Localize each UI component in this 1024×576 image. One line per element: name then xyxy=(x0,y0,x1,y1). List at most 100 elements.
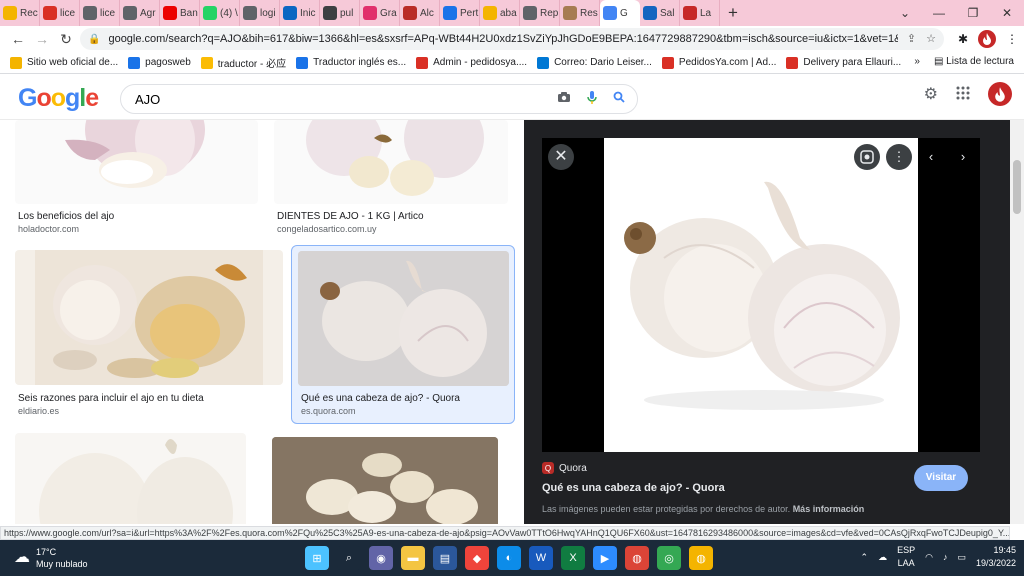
browser-tab[interactable]: Sal xyxy=(640,0,680,26)
more-info-link[interactable]: Más información xyxy=(793,504,865,514)
preview-image[interactable] xyxy=(604,138,918,452)
bookmark-item[interactable]: Traductor inglés es... xyxy=(296,55,406,70)
result-title[interactable]: Qué es una cabeza de ajo? - Quora xyxy=(301,393,460,404)
apps-grid-icon[interactable] xyxy=(956,86,970,103)
result-image-quora[interactable] xyxy=(298,251,509,386)
bookmark-item[interactable]: Admin - pedidosya.... xyxy=(416,55,527,70)
bookmark-item[interactable]: Correo: Dario Leiser... xyxy=(537,55,652,70)
result-image-garlic-4[interactable] xyxy=(272,437,498,524)
edge-icon[interactable]: ◐ xyxy=(497,546,521,570)
search-icon[interactable]: ⌕ xyxy=(337,546,361,570)
profile-avatar[interactable] xyxy=(978,30,996,48)
google-logo[interactable]: Google xyxy=(18,84,99,113)
browser-tab[interactable]: (4) \ xyxy=(200,0,240,26)
result-source[interactable]: holadoctor.com xyxy=(18,224,79,234)
result-image-eldiario[interactable] xyxy=(15,250,283,385)
browser-tab[interactable]: La xyxy=(680,0,720,26)
result-source[interactable]: es.quora.com xyxy=(301,406,356,416)
word-doc-icon[interactable]: ▤ xyxy=(433,546,457,570)
result-title[interactable]: Seis razones para incluir el ajo en tu d… xyxy=(18,393,204,404)
browser-tab[interactable]: pul xyxy=(320,0,360,26)
browser-tab[interactable]: G xyxy=(600,0,640,26)
chevron-up-icon[interactable]: ⌃ xyxy=(861,552,869,563)
result-source[interactable]: eldiario.es xyxy=(18,406,59,416)
bookmark-item[interactable]: traductor - 必应 xyxy=(200,55,286,70)
tab-search-icon[interactable]: ⌄ xyxy=(888,0,922,26)
battery-icon[interactable]: ▭ xyxy=(957,552,966,563)
result-source[interactable]: congeladosartico.com.uy xyxy=(277,224,377,234)
menu-dots-icon[interactable]: ⋮ xyxy=(1006,32,1018,46)
search-input[interactable] xyxy=(135,91,535,107)
bookmarks-more-button[interactable]: » xyxy=(914,56,920,67)
restore-button[interactable]: ❐ xyxy=(956,0,990,26)
preview-source[interactable]: Q Quora xyxy=(542,462,587,474)
browser-tab[interactable]: Inic xyxy=(280,0,320,26)
excel-icon[interactable]: X xyxy=(561,546,585,570)
browser-tab[interactable]: Pert xyxy=(440,0,480,26)
more-options-button[interactable]: ⋮ xyxy=(886,144,912,170)
lock-icon[interactable]: 🔒 xyxy=(88,34,100,45)
windows-start-icon[interactable]: ⊞ xyxy=(305,546,329,570)
reading-list-button[interactable]: ▤ Lista de lectura xyxy=(934,56,1014,67)
back-button[interactable]: ← xyxy=(6,31,30,47)
preview-title[interactable]: Qué es una cabeza de ajo? - Quora xyxy=(542,482,725,494)
account-avatar[interactable] xyxy=(988,82,1012,106)
settings-gear-icon[interactable]: ⚙ xyxy=(924,84,938,104)
wifi-icon[interactable]: ◠ xyxy=(925,552,933,563)
gmaps-icon[interactable]: ◎ xyxy=(657,546,681,570)
file-explorer-icon[interactable]: ▬ xyxy=(401,546,425,570)
word-icon[interactable]: W xyxy=(529,546,553,570)
visit-button[interactable]: Visitar xyxy=(914,465,968,491)
address-bar[interactable]: 🔒 google.com/search?q=AJO&bih=617&biw=13… xyxy=(80,28,944,50)
result-title[interactable]: Los beneficios del ajo xyxy=(18,211,114,222)
forward-button[interactable]: → xyxy=(30,31,54,47)
language-indicator[interactable]: ESP LAA xyxy=(897,544,915,570)
speaker-icon[interactable]: ♪ xyxy=(943,552,948,562)
browser-tab[interactable]: Ban xyxy=(160,0,200,26)
search-icon[interactable] xyxy=(613,91,625,108)
clock[interactable]: 19:45 19/3/2022 xyxy=(976,544,1016,570)
browser-tab[interactable]: Res xyxy=(560,0,600,26)
search-box[interactable] xyxy=(120,84,638,114)
bookmark-item[interactable]: Delivery para Ellauri... xyxy=(786,55,901,70)
result-image-congeladosartico[interactable] xyxy=(274,120,508,204)
result-image-garlic-3[interactable] xyxy=(15,433,246,524)
zoom-icon[interactable]: ▶ xyxy=(593,546,617,570)
close-preview-button[interactable]: ✕ xyxy=(548,144,574,170)
bookmark-item[interactable]: Sitio web oficial de... xyxy=(10,55,118,70)
browser-tab[interactable]: Alc xyxy=(400,0,440,26)
bookmark-star-icon[interactable]: ☆ xyxy=(926,32,936,45)
new-tab-button[interactable]: + xyxy=(720,3,746,23)
close-window-button[interactable]: ✕ xyxy=(990,0,1024,26)
weather-widget[interactable]: ☁ 17°C Muy nublado xyxy=(14,546,88,570)
url-text[interactable]: google.com/search?q=AJO&bih=617&biw=1366… xyxy=(108,33,898,45)
camera-icon[interactable] xyxy=(557,91,571,108)
previous-image-button[interactable]: ‹ xyxy=(918,144,944,170)
browser-tab[interactable]: Agr xyxy=(120,0,160,26)
browser-tab[interactable]: lice xyxy=(40,0,80,26)
bookmark-item[interactable]: PedidosYa.com | Ad... xyxy=(661,55,776,70)
browser-tab[interactable]: Rep xyxy=(520,0,560,26)
page-scrollbar[interactable] xyxy=(1010,120,1024,524)
onedrive-icon[interactable]: ☁ xyxy=(878,552,887,563)
mic-icon[interactable] xyxy=(587,91,597,108)
browser-tab[interactable]: aba xyxy=(480,0,520,26)
browser-tab[interactable]: Rec xyxy=(0,0,40,26)
browser-tab[interactable]: logi xyxy=(240,0,280,26)
chrome-icon[interactable]: ◍ xyxy=(689,546,713,570)
chrome-icon[interactable]: ◍ xyxy=(625,546,649,570)
minimize-button[interactable]: — xyxy=(922,0,956,26)
lens-search-button[interactable] xyxy=(854,144,880,170)
bookmark-item[interactable]: pagosweb xyxy=(128,55,191,70)
browser-tab[interactable]: Gra xyxy=(360,0,400,26)
reload-button[interactable]: ↻ xyxy=(54,31,78,48)
result-image-holadoctor[interactable] xyxy=(15,120,258,204)
result-title[interactable]: DIENTES DE AJO - 1 KG | Artico xyxy=(277,211,424,222)
next-image-button[interactable]: › xyxy=(950,144,976,170)
extensions-icon[interactable]: ✱ xyxy=(958,32,968,46)
browser-tab[interactable]: lice xyxy=(80,0,120,26)
scrollbar-thumb[interactable] xyxy=(1013,160,1021,214)
anydesk-icon[interactable]: ◆ xyxy=(465,546,489,570)
teams-chat-icon[interactable]: ◉ xyxy=(369,546,393,570)
share-icon[interactable]: ⇪ xyxy=(907,32,916,45)
